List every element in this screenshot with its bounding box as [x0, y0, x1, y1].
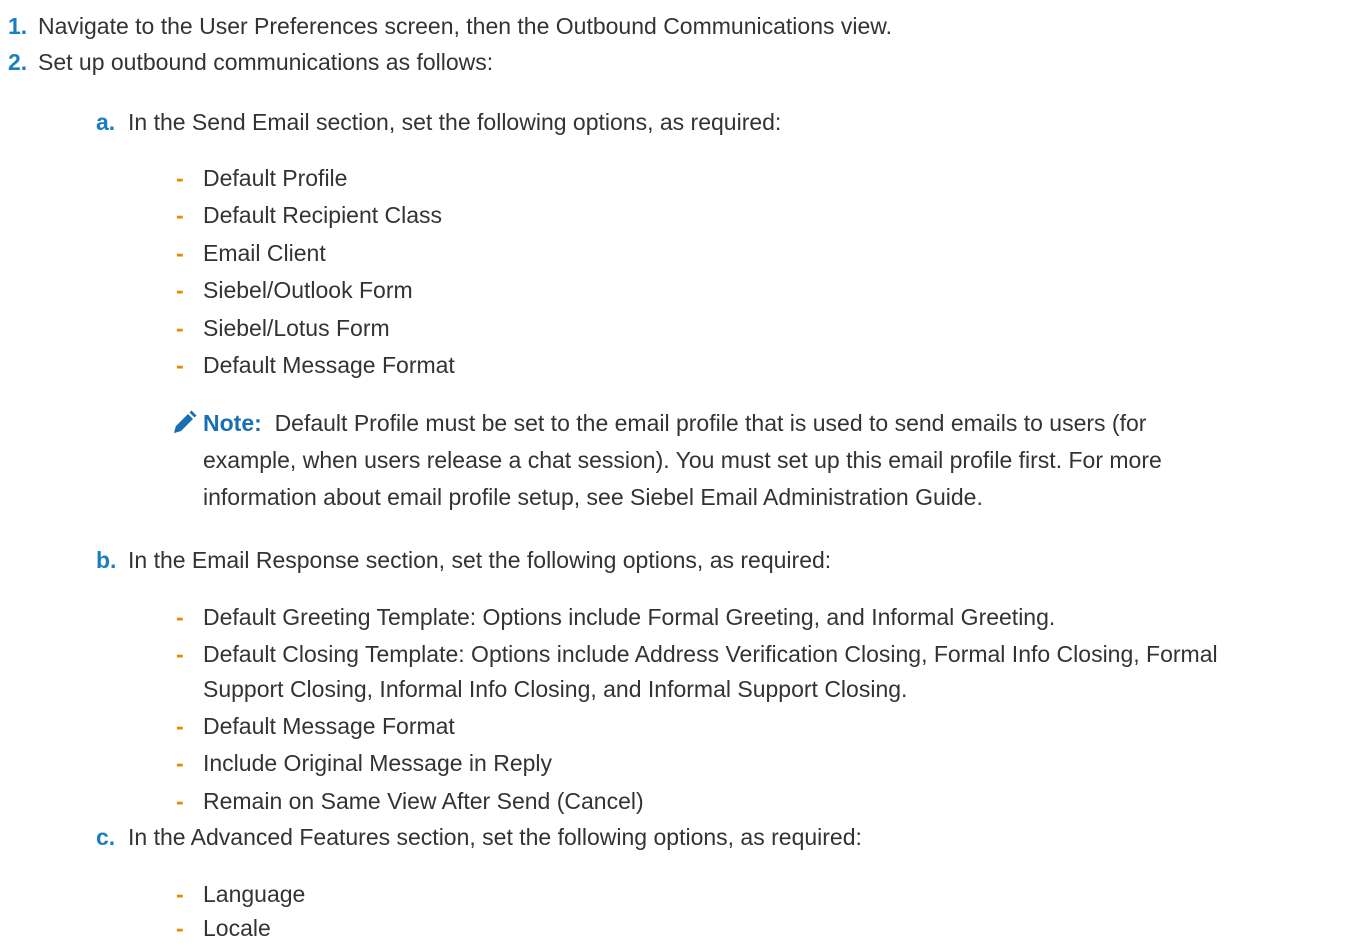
list-item: Default Greeting Template: Options inclu… — [203, 604, 1056, 630]
bullet-dash: - — [176, 881, 184, 907]
list-item: Default Message Format — [203, 713, 455, 739]
list-item: Default Profile — [203, 165, 348, 191]
substep-text: In the Email Response section, set the f… — [128, 547, 832, 573]
note-text: information about email profile setup, s… — [203, 484, 983, 510]
list-item: Include Original Message in Reply — [203, 750, 553, 776]
list-item-continued: Support Closing, Informal Info Closing, … — [203, 676, 908, 702]
bullet-dash: - — [176, 604, 184, 630]
note-label: Note: — [203, 410, 262, 436]
pencil-icon — [174, 410, 197, 433]
bullet-dash: - — [176, 352, 184, 378]
step-number: 1. — [8, 13, 28, 39]
bullet-dash: - — [176, 277, 184, 303]
list-item: Default Recipient Class — [203, 202, 443, 228]
bullet-dash: - — [176, 750, 184, 776]
list-item: Locale — [203, 915, 271, 941]
bullet-dash: - — [176, 915, 184, 941]
note-text: Default Profile must be set to the email… — [274, 410, 1147, 436]
bullet-dash: - — [176, 240, 184, 266]
bullet-dash: - — [176, 165, 184, 191]
substep-letter: c. — [96, 824, 116, 850]
list-item: Siebel/Lotus Form — [203, 315, 390, 341]
bullet-dash: - — [176, 713, 184, 739]
substep-letter: b. — [96, 547, 117, 573]
list-item: Remain on Same View After Send (Cancel) — [203, 788, 644, 814]
list-item: Default Closing Template: Options includ… — [203, 641, 1218, 667]
step-text: Navigate to the User Preferences screen,… — [38, 13, 893, 39]
list-item: Email Client — [203, 240, 326, 266]
list-item: Default Message Format — [203, 352, 455, 378]
bullet-dash: - — [176, 641, 184, 667]
substep-letter: a. — [96, 109, 116, 135]
list-item: Language — [203, 881, 306, 907]
list-item: Siebel/Outlook Form — [203, 277, 413, 303]
note-text: example, when users release a chat sessi… — [203, 447, 1162, 473]
substep-text: In the Send Email section, set the follo… — [128, 109, 782, 135]
bullet-dash: - — [176, 202, 184, 228]
step-number: 2. — [8, 49, 28, 75]
substep-text: In the Advanced Features section, set th… — [128, 824, 862, 850]
bullet-dash: - — [176, 788, 184, 814]
note-line: Note: Default Profile must be set to the… — [203, 405, 1146, 442]
step-text: Set up outbound communications as follow… — [38, 49, 494, 75]
bullet-dash: - — [176, 315, 184, 341]
